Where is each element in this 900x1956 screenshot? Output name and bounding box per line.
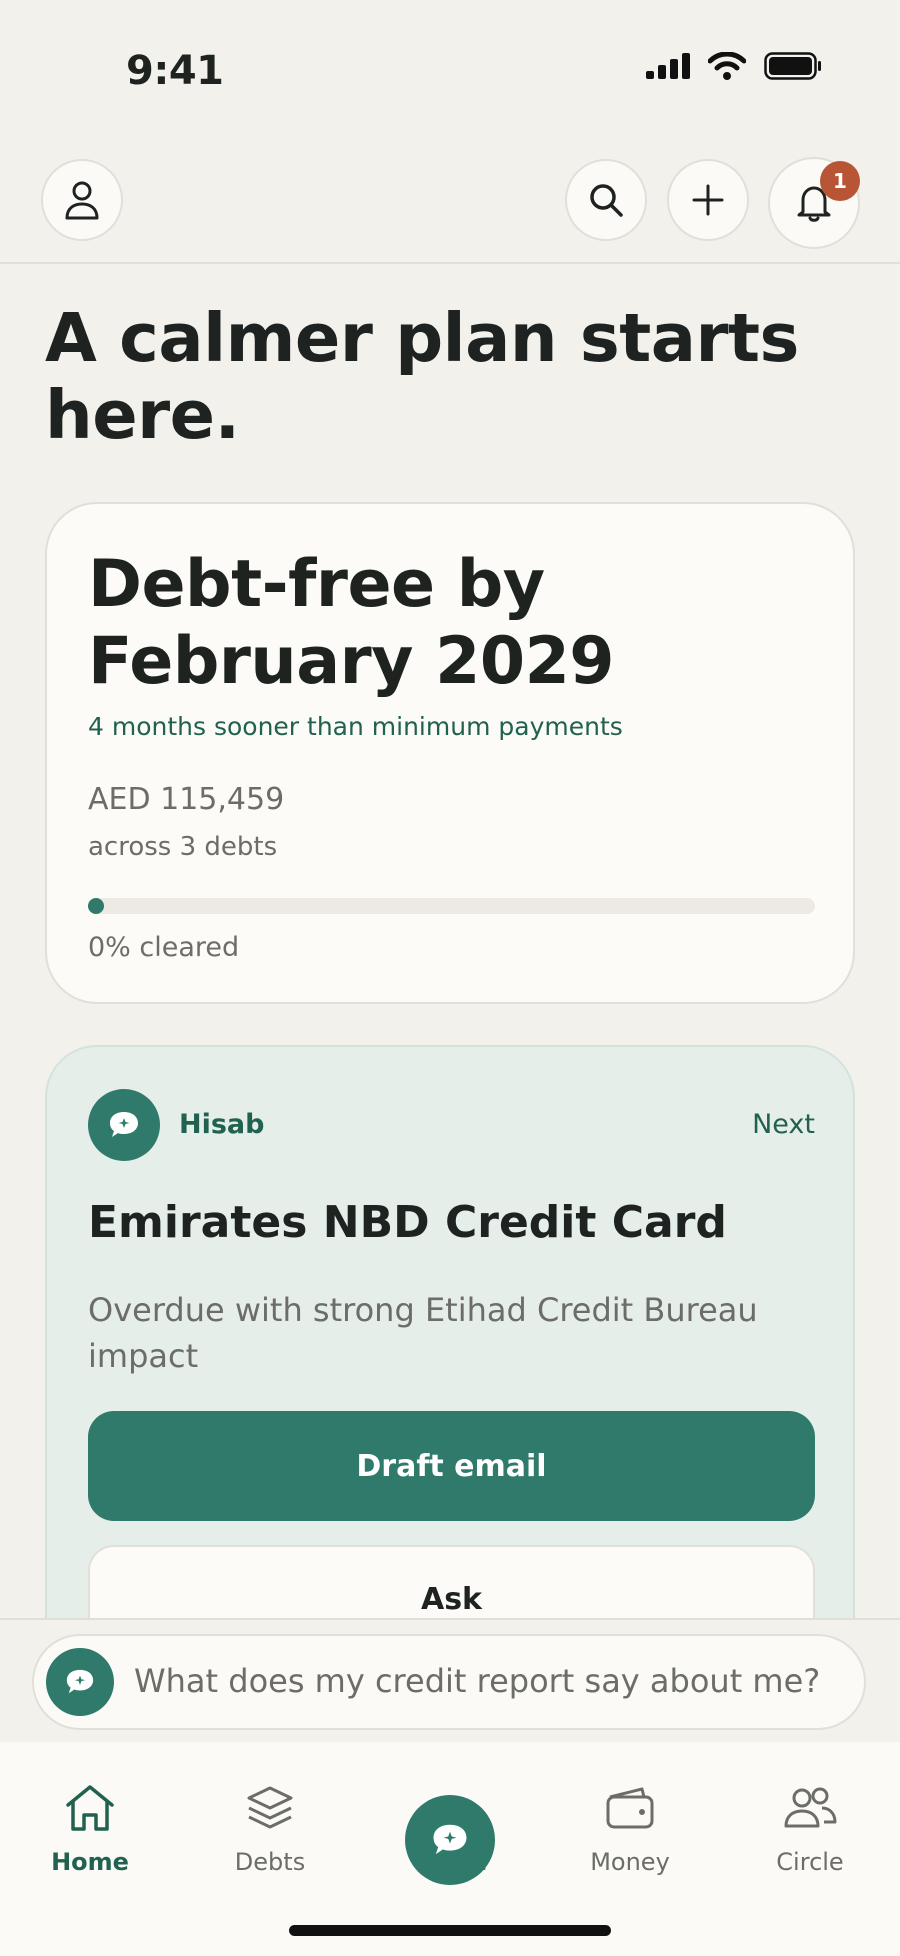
wallet-icon	[606, 1787, 654, 1829]
draft-email-button[interactable]: Draft email	[88, 1411, 815, 1521]
add-button[interactable]	[667, 159, 749, 241]
tab-label: Debts	[234, 1848, 306, 1876]
search-icon	[590, 184, 623, 217]
chat-bubble-icon	[66, 1669, 94, 1694]
profile-button[interactable]	[41, 159, 123, 241]
payoff-progress-fill	[88, 898, 104, 914]
cleared-percent: 0% cleared	[88, 932, 240, 963]
tab-debts[interactable]: Debts	[195, 1778, 345, 1876]
debt-count: across 3 debts	[88, 832, 278, 862]
suggestion-description: Overdue with strong Etihad Credit Bureau…	[88, 1291, 758, 1375]
search-button[interactable]	[565, 159, 647, 241]
battery-icon	[764, 52, 821, 80]
coach-ask-input[interactable]: What does my credit report say about me?	[32, 1634, 866, 1730]
bottom-tab-bar: Home Debts Coach Mone	[0, 1742, 900, 1956]
tab-label: Home	[51, 1848, 129, 1876]
home-indicator	[289, 1925, 611, 1936]
status-bar: 9:41	[0, 0, 900, 140]
coach-name: Hisab	[179, 1109, 265, 1140]
plus-icon	[692, 184, 724, 216]
status-time: 9:41	[126, 48, 224, 94]
chat-bubble-icon	[433, 1824, 467, 1855]
ask-bar-container: What does my credit report say about me?	[0, 1618, 900, 1744]
total-debt-amount: AED 115,459	[88, 782, 285, 817]
profile-icon	[65, 181, 99, 220]
tab-home[interactable]: Home	[15, 1778, 165, 1876]
ask-coach-avatar	[46, 1648, 114, 1716]
layers-icon	[247, 1786, 293, 1829]
coach-suggestion-card: Hisab Next Emirates NBD Credit Card Over…	[45, 1045, 855, 1695]
debt-plan-card[interactable]: Debt-free by February 2029 4 months soon…	[45, 502, 855, 1004]
tab-money[interactable]: Money	[555, 1778, 705, 1876]
tab-coach[interactable]: Coach	[375, 1778, 525, 1885]
notification-badge: 1	[820, 161, 860, 201]
notifications-button[interactable]: 1	[768, 157, 860, 249]
ask-placeholder: What does my credit report say about me?	[134, 1662, 821, 1700]
payoff-progress-bar	[88, 898, 815, 914]
tab-circle[interactable]: Circle	[735, 1778, 885, 1876]
top-header: 1	[0, 150, 900, 264]
page-title: A calmer plan starts here.	[45, 299, 799, 454]
plan-comparison: 4 months sooner than minimum payments	[88, 712, 623, 741]
debt-free-date: Debt-free by February 2029	[88, 547, 615, 699]
signal-icon	[646, 53, 690, 79]
coach-fab[interactable]	[405, 1795, 495, 1885]
tab-label: Circle	[776, 1848, 844, 1876]
tab-label: Money	[590, 1848, 670, 1876]
chat-bubble-icon	[110, 1112, 138, 1137]
people-icon	[784, 1787, 837, 1828]
suggestion-title: Emirates NBD Credit Card	[88, 1197, 727, 1248]
wifi-icon	[708, 52, 746, 80]
status-icons	[646, 52, 822, 80]
next-suggestion-button[interactable]: Next	[752, 1109, 815, 1140]
coach-avatar	[88, 1089, 160, 1161]
home-icon	[66, 1785, 114, 1831]
